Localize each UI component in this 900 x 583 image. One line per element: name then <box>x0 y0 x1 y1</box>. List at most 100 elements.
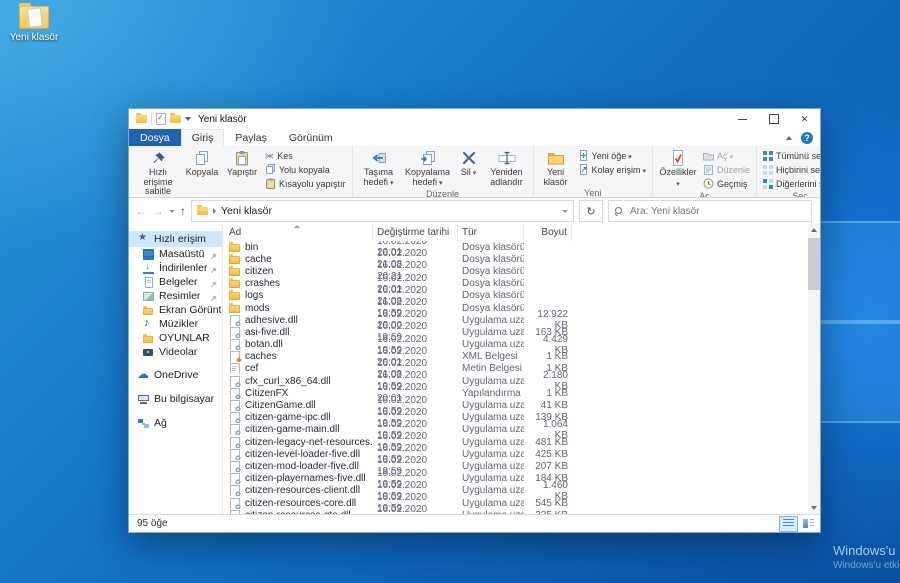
sidebar-root-item[interactable]: Ağ <box>129 415 222 431</box>
file-row[interactable]: asi-five.dll 16.02.2020 19:59 Uygulama u… <box>223 321 808 343</box>
new-folder-shortcut-icon[interactable] <box>170 113 181 123</box>
file-row[interactable]: botan.dll 16.02.2020 19:59 Uygulama uzan… <box>223 334 808 356</box>
file-row[interactable]: cache 16.02.2020 21:08 Dosya klasörü <box>223 248 808 270</box>
easy-access-button[interactable]: Kolay erişim <box>575 163 649 177</box>
ribbon-tab[interactable]: Dosya <box>129 129 181 146</box>
column-header-type[interactable]: Tür <box>458 224 524 241</box>
sidebar-item[interactable]: OYUNLAR <box>129 331 222 345</box>
sidebar-item-quick-access[interactable]: Hızlı erişim <box>129 231 222 247</box>
file-row[interactable]: citizen-resources-client.dll 16.02.2020 … <box>223 480 808 502</box>
history-button[interactable]: Geçmiş <box>700 177 753 191</box>
help-icon[interactable]: ? <box>801 131 813 144</box>
file-type: Dosya klasörü <box>462 302 524 314</box>
delete-button[interactable]: Sil <box>454 148 484 180</box>
refresh-button[interactable]: ↻ <box>579 200 603 222</box>
copy-path-button[interactable]: Yolu kopyala <box>262 163 349 177</box>
sidebar-item-icon <box>143 261 154 274</box>
file-type: Uygulama uzantısı <box>462 497 524 509</box>
move-to-button[interactable]: Taşıma hedefi <box>356 148 402 189</box>
vertical-scrollbar[interactable] <box>808 224 820 514</box>
file-row[interactable]: crashes 16.02.2020 20:01 Dosya klasörü <box>223 273 808 295</box>
collapse-ribbon-icon[interactable] <box>786 135 792 140</box>
file-row[interactable]: CitizenGame.dll 16.02.2020 19:59 Uygulam… <box>223 395 808 417</box>
file-type-icon <box>229 351 241 363</box>
scrollbar-thumb[interactable] <box>808 238 820 290</box>
paste-button[interactable]: Yapıştır <box>222 148 262 179</box>
sidebar-item[interactable]: Ekran Görüntüleri <box>129 303 222 317</box>
file-type: Dosya klasörü <box>462 290 524 302</box>
maximize-button[interactable] <box>758 109 789 129</box>
select-all-button[interactable]: Tümünü seç <box>760 149 820 163</box>
breadcrumb[interactable]: Yeni klasör <box>221 205 272 217</box>
file-row[interactable]: cfx_curl_x86_64.dll 16.02.2020 19:59 Uyg… <box>223 370 808 392</box>
sidebar-item[interactable]: İndirilenler <box>129 261 222 275</box>
scroll-down-icon[interactable] <box>808 502 820 514</box>
details-view-button[interactable] <box>780 516 797 531</box>
new-folder-button[interactable]: Yeni klasör <box>537 148 575 188</box>
select-none-button[interactable]: Hiçbirini seçme <box>760 163 820 177</box>
file-row[interactable]: citizen 16.02.2020 20:21 Dosya klasörü <box>223 260 808 282</box>
file-name: citizen <box>245 265 274 277</box>
file-row[interactable]: caches 16.02.2020 20:01 XML Belgesi 1 KB <box>223 346 808 368</box>
file-row[interactable]: citizen-game-ipc.dll 16.02.2020 19:59 Uy… <box>223 407 808 429</box>
new-item-button[interactable]: Yeni öğe <box>575 149 649 163</box>
scrollbar-track[interactable] <box>808 236 820 502</box>
file-row[interactable]: citizen-game-main.dll 16.02.2020 19:59 U… <box>223 419 808 441</box>
desktop-icon-yeni-klasor[interactable]: Yeni klasör <box>6 3 62 43</box>
rename-icon <box>498 149 516 167</box>
minimize-button[interactable] <box>727 109 758 129</box>
address-box[interactable]: Yeni klasör <box>191 200 574 222</box>
scroll-up-icon[interactable] <box>808 224 820 236</box>
column-header-name[interactable]: Ad <box>223 224 373 241</box>
file-row[interactable]: citizen-level-loader-five.dll 16.02.2020… <box>223 443 808 465</box>
breadcrumb-chevron-icon[interactable] <box>213 208 216 214</box>
invert-selection-button[interactable]: Diğerlerini seç <box>760 177 820 191</box>
invert-selection-icon <box>763 179 774 189</box>
column-header-size[interactable]: Boyut <box>524 224 572 241</box>
sidebar-item[interactable]: Videolar <box>129 345 222 359</box>
pin-to-quick-access-button[interactable]: Hızlı erişime sabitle <box>134 148 182 197</box>
file-type: Uygulama uzantısı <box>462 375 524 387</box>
sort-ascending-icon <box>294 225 300 228</box>
sidebar-item[interactable]: Müzikler <box>129 317 222 331</box>
rename-button[interactable]: Yeniden adlandır <box>484 148 530 188</box>
column-header-date[interactable]: Değiştirme tarihi <box>373 224 458 241</box>
ribbon-tab[interactable]: Giriş <box>180 129 225 146</box>
properties-shortcut-icon[interactable] <box>156 113 166 125</box>
file-row[interactable]: logs 16.02.2020 21:08 Dosya klasörü <box>223 285 808 307</box>
search-input[interactable] <box>628 204 806 218</box>
copy-to-button[interactable]: Kopyalama hedefi <box>402 148 454 189</box>
copy-button[interactable]: Kopyala <box>182 148 222 179</box>
desktop: Yeni klasör Windows'u Windows'u etki Yen… <box>0 0 900 583</box>
sidebar-item[interactable]: Belgeler <box>129 275 222 289</box>
paste-shortcut-button[interactable]: Kısayolu yapıştır <box>262 177 349 191</box>
file-size: 1 KB <box>546 351 568 363</box>
file-row[interactable]: citizen-legacy-net-resources.dll 16.02.2… <box>223 431 808 453</box>
back-icon[interactable]: ← <box>135 205 147 217</box>
file-row[interactable]: mods 16.02.2020 19:59 Dosya klasörü <box>223 297 808 319</box>
cut-button[interactable]: ✂ Kes <box>262 149 349 163</box>
sidebar-root-item[interactable]: OneDrive <box>129 367 222 383</box>
address-dropdown-icon[interactable] <box>562 209 568 213</box>
file-row[interactable]: citizen-playernames-five.dll 16.02.2020 … <box>223 468 808 490</box>
ribbon-tab[interactable]: Görünüm <box>278 129 344 146</box>
file-row[interactable]: adhesive.dll 16.02.2020 20:00 Uygulama u… <box>223 309 808 331</box>
file-row[interactable]: bin 16.02.2020 20:01 Dosya klasörü <box>223 241 808 258</box>
file-row[interactable]: citizen-resources-core.dll 16.02.2020 19… <box>223 492 808 514</box>
customize-qat-chevron-icon[interactable] <box>185 117 191 121</box>
close-button[interactable]: ✕ <box>789 109 820 129</box>
file-row[interactable]: cef 16.02.2020 21:08 Metin Belgesi 1 KB <box>223 358 808 380</box>
thumbnails-view-button[interactable] <box>800 517 817 531</box>
up-icon[interactable]: ↑ <box>180 205 186 217</box>
file-name: citizen-legacy-net-resources.dll <box>245 436 373 448</box>
file-date: 16.02.2020 19:59 <box>377 504 428 514</box>
forward-icon[interactable]: → <box>152 205 164 217</box>
sidebar-item[interactable]: Masaüstü <box>129 247 222 261</box>
ribbon-tab[interactable]: Paylaş <box>224 129 278 146</box>
file-row[interactable]: citizen-mod-loader-five.dll 16.02.2020 1… <box>223 455 808 477</box>
sidebar-root-item[interactable]: Bu bilgisayar <box>129 391 222 407</box>
properties-button[interactable]: Özellikler <box>656 148 700 190</box>
file-row[interactable]: CitizenFX 16.02.2020 20:01 Yapılandırma … <box>223 382 808 404</box>
sidebar-item[interactable]: Resimler <box>129 289 222 303</box>
recent-locations-chevron-icon[interactable] <box>169 209 175 213</box>
